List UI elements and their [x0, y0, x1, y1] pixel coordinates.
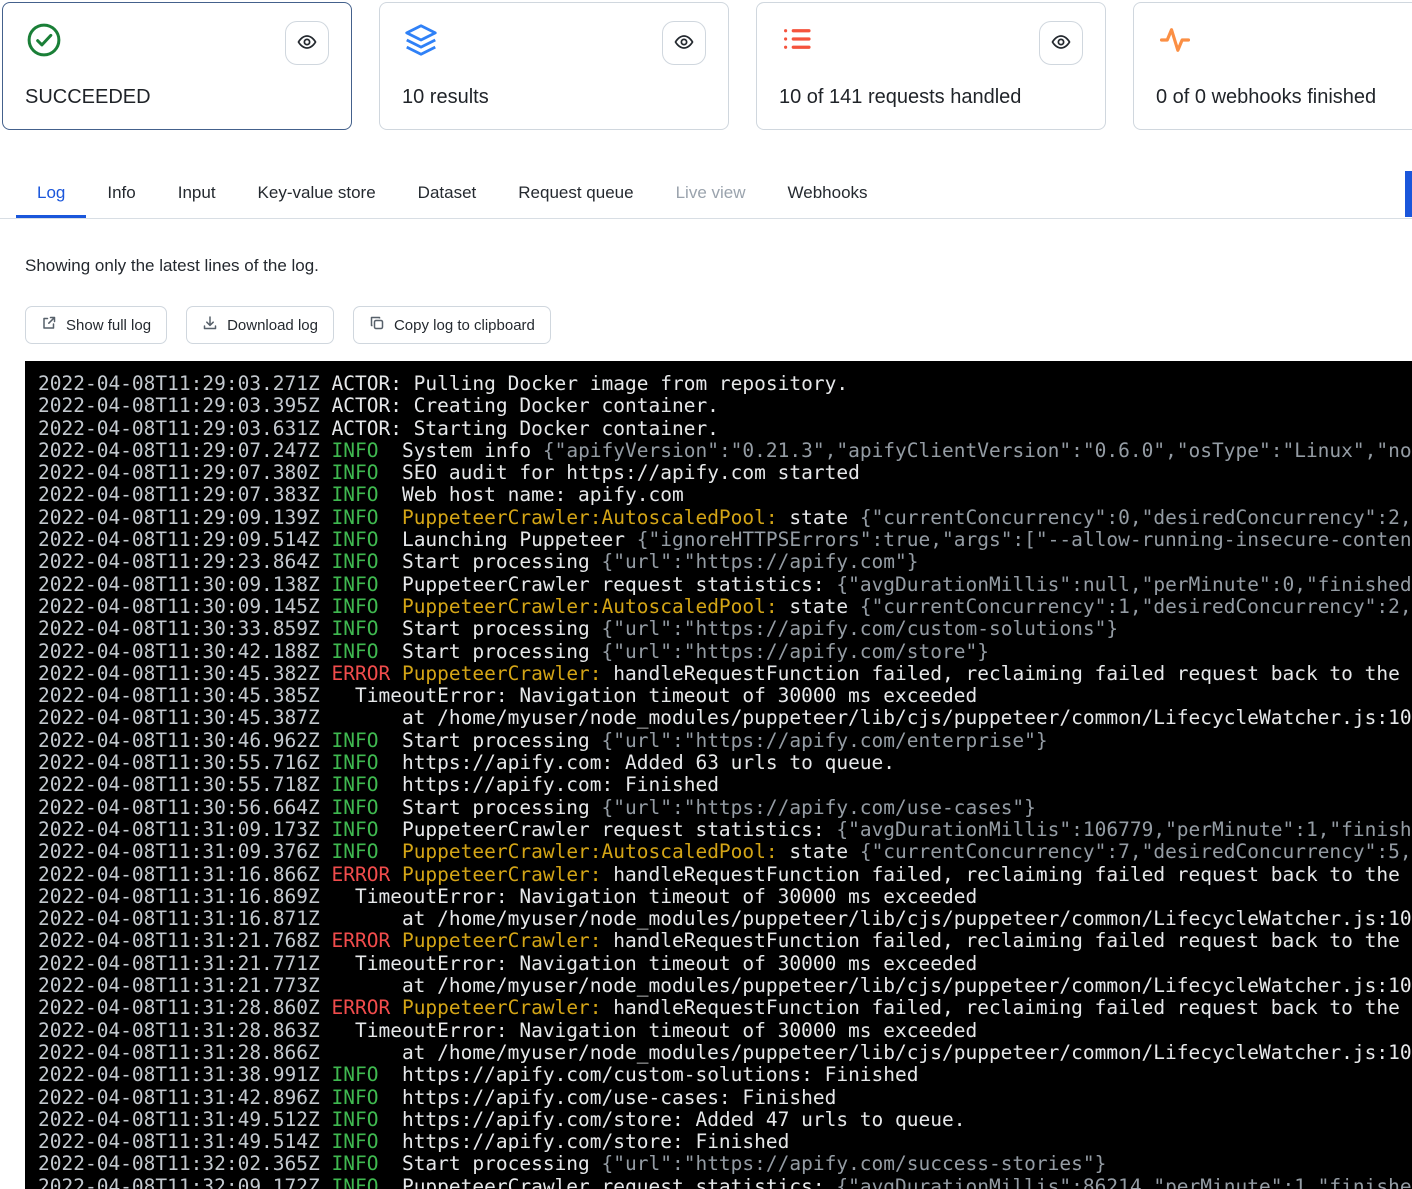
- tab-info[interactable]: Info: [86, 170, 156, 218]
- log-line: 2022-04-08T11:31:09.173Z INFO PuppeteerC…: [38, 819, 1408, 841]
- eye-icon: [297, 32, 317, 55]
- log-line: 2022-04-08T11:29:09.514Z INFO Launching …: [38, 529, 1408, 551]
- card-top: [402, 21, 706, 65]
- webhooks-label: 0 of 0 webhooks finished: [1156, 86, 1412, 109]
- log-actions: Show full log Download log Copy log to c…: [25, 306, 1412, 344]
- status-card-run-status[interactable]: SUCCEEDED: [2, 2, 352, 130]
- log-line: 2022-04-08T11:31:21.773Z at /home/myuser…: [38, 975, 1408, 997]
- tab-log[interactable]: Log: [16, 170, 86, 218]
- tab-webhooks[interactable]: Webhooks: [767, 170, 889, 218]
- log-line: 2022-04-08T11:31:09.376Z INFO PuppeteerC…: [38, 841, 1408, 863]
- status-card-requests[interactable]: 10 of 141 requests handled: [756, 2, 1106, 130]
- log-line: 2022-04-08T11:30:45.385Z TimeoutError: N…: [38, 685, 1408, 707]
- log-line: 2022-04-08T11:30:56.664Z INFO Start proc…: [38, 797, 1408, 819]
- list-icon: [779, 21, 815, 62]
- log-terminal[interactable]: 2022-04-08T11:29:03.271Z ACTOR: Pulling …: [25, 361, 1412, 1189]
- status-card-results[interactable]: 10 results: [379, 2, 729, 130]
- tab-request-queue[interactable]: Request queue: [497, 170, 654, 218]
- external-link-icon: [41, 315, 57, 335]
- check-circle-icon: [25, 21, 63, 64]
- copy-icon: [369, 315, 385, 335]
- tab-overflow-indicator: [1405, 171, 1412, 217]
- log-line: 2022-04-08T11:29:23.864Z INFO Start proc…: [38, 551, 1408, 573]
- layers-icon: [402, 21, 440, 64]
- tab-key-value-store[interactable]: Key-value store: [237, 170, 397, 218]
- status-card-webhooks[interactable]: 0 of 0 webhooks finished: [1133, 2, 1412, 130]
- run-status-label: SUCCEEDED: [25, 86, 329, 109]
- log-line: 2022-04-08T11:30:45.387Z at /home/myuser…: [38, 707, 1408, 729]
- log-line: 2022-04-08T11:30:46.962Z INFO Start proc…: [38, 730, 1408, 752]
- copy-log-button[interactable]: Copy log to clipboard: [353, 306, 551, 344]
- requests-label: 10 of 141 requests handled: [779, 86, 1083, 109]
- tab-dataset[interactable]: Dataset: [397, 170, 498, 218]
- show-full-log-button[interactable]: Show full log: [25, 306, 167, 344]
- eye-icon: [1051, 32, 1071, 55]
- log-line: 2022-04-08T11:31:49.514Z INFO https://ap…: [38, 1131, 1408, 1153]
- show-full-log-label: Show full log: [66, 317, 151, 334]
- log-line: 2022-04-08T11:30:09.145Z INFO PuppeteerC…: [38, 596, 1408, 618]
- view-results-button[interactable]: [662, 21, 706, 65]
- log-line: 2022-04-08T11:29:03.271Z ACTOR: Pulling …: [38, 373, 1408, 395]
- log-line: 2022-04-08T11:31:42.896Z INFO https://ap…: [38, 1087, 1408, 1109]
- log-line: 2022-04-08T11:29:07.247Z INFO System inf…: [38, 440, 1408, 462]
- log-line: 2022-04-08T11:31:38.991Z INFO https://ap…: [38, 1064, 1408, 1086]
- status-cards-row: SUCCEEDED 10 results 1: [2, 2, 1412, 130]
- log-line: 2022-04-08T11:31:28.866Z at /home/myuser…: [38, 1042, 1408, 1064]
- log-line: 2022-04-08T11:29:03.631Z ACTOR: Starting…: [38, 418, 1408, 440]
- log-line: 2022-04-08T11:31:16.866Z ERROR Puppeteer…: [38, 864, 1408, 886]
- log-line: 2022-04-08T11:31:21.768Z ERROR Puppeteer…: [38, 930, 1408, 952]
- copy-log-label: Copy log to clipboard: [394, 317, 535, 334]
- log-line: 2022-04-08T11:30:45.382Z ERROR Puppeteer…: [38, 663, 1408, 685]
- card-top: [1156, 21, 1412, 64]
- log-line: 2022-04-08T11:31:28.860Z ERROR Puppeteer…: [38, 997, 1408, 1019]
- card-top: [25, 21, 329, 65]
- log-line: 2022-04-08T11:30:33.859Z INFO Start proc…: [38, 618, 1408, 640]
- tab-live-view: Live view: [655, 170, 767, 218]
- log-line: 2022-04-08T11:30:42.188Z INFO Start proc…: [38, 641, 1408, 663]
- log-line: 2022-04-08T11:31:16.869Z TimeoutError: N…: [38, 886, 1408, 908]
- eye-icon: [674, 32, 694, 55]
- results-label: 10 results: [402, 86, 706, 109]
- log-line: 2022-04-08T11:29:07.380Z INFO SEO audit …: [38, 462, 1408, 484]
- log-line: 2022-04-08T11:29:07.383Z INFO Web host n…: [38, 484, 1408, 506]
- tab-input[interactable]: Input: [157, 170, 237, 218]
- log-line: 2022-04-08T11:30:55.716Z INFO https://ap…: [38, 752, 1408, 774]
- log-line: 2022-04-08T11:32:09.172Z INFO PuppeteerC…: [38, 1176, 1408, 1189]
- log-line: 2022-04-08T11:29:09.139Z INFO PuppeteerC…: [38, 507, 1408, 529]
- card-top: [779, 21, 1083, 65]
- download-log-label: Download log: [227, 317, 318, 334]
- log-line: 2022-04-08T11:31:49.512Z INFO https://ap…: [38, 1109, 1408, 1131]
- watch-run-status-button[interactable]: [285, 21, 329, 65]
- log-line: 2022-04-08T11:31:21.771Z TimeoutError: N…: [38, 953, 1408, 975]
- tab-bar: LogInfoInputKey-value storeDatasetReques…: [0, 170, 1412, 218]
- log-line: 2022-04-08T11:31:28.863Z TimeoutError: N…: [38, 1020, 1408, 1042]
- actor-run-detail-page: SUCCEEDED 10 results 1: [0, 0, 1412, 1189]
- log-notice: Showing only the latest lines of the log…: [25, 256, 1412, 276]
- log-line: 2022-04-08T11:32:02.365Z INFO Start proc…: [38, 1153, 1408, 1175]
- log-line: 2022-04-08T11:30:55.718Z INFO https://ap…: [38, 774, 1408, 796]
- log-line: 2022-04-08T11:31:16.871Z at /home/myuser…: [38, 908, 1408, 930]
- tab-bar-wrap: LogInfoInputKey-value storeDatasetReques…: [0, 170, 1412, 219]
- view-requests-button[interactable]: [1039, 21, 1083, 65]
- download-log-button[interactable]: Download log: [186, 306, 334, 344]
- download-icon: [202, 315, 218, 335]
- log-line: 2022-04-08T11:30:09.138Z INFO PuppeteerC…: [38, 574, 1408, 596]
- log-line: 2022-04-08T11:29:03.395Z ACTOR: Creating…: [38, 395, 1408, 417]
- pulse-icon: [1156, 21, 1194, 64]
